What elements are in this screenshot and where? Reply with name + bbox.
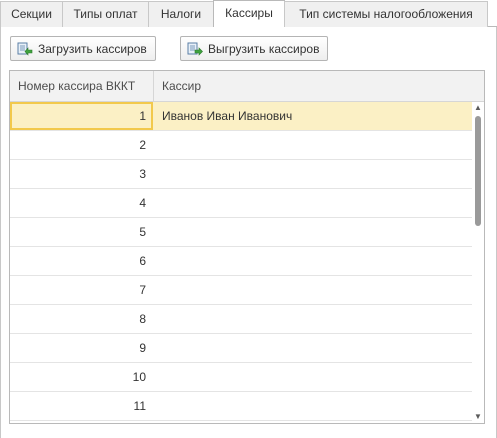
table-row[interactable]: 11 [10, 392, 472, 421]
tab-sections[interactable]: Секции [0, 1, 63, 27]
scrollbar-thumb[interactable] [475, 116, 481, 226]
cell-cashier-number[interactable]: 5 [10, 218, 153, 246]
load-cashiers-label: Загрузить кассиров [38, 41, 147, 56]
table-row[interactable]: 5 [10, 218, 472, 247]
cell-cashier-number[interactable]: 3 [10, 160, 153, 188]
tab-payment-types[interactable]: Типы оплат [62, 1, 149, 27]
tab-cashiers[interactable]: Кассиры [213, 0, 285, 27]
vertical-scrollbar[interactable]: ▲ ▼ [472, 102, 484, 423]
table-row[interactable]: 1 Иванов Иван Иванович [10, 102, 472, 131]
scroll-up-icon[interactable]: ▲ [472, 102, 484, 114]
column-divider[interactable] [153, 71, 154, 102]
cell-cashier-number[interactable]: 8 [10, 305, 153, 333]
table-body: 1 Иванов Иван Иванович 2 3 4 5 6 7 8 9 1… [10, 102, 472, 421]
import-icon [17, 41, 33, 57]
table-row[interactable]: 10 [10, 363, 472, 392]
table-row[interactable]: 4 [10, 189, 472, 218]
scroll-down-icon[interactable]: ▼ [472, 411, 484, 423]
cell-cashier-number[interactable]: 9 [10, 334, 153, 362]
cell-cashier-number[interactable]: 7 [10, 276, 153, 304]
column-header-cashier-number[interactable]: Номер кассира ВККТ [18, 71, 135, 102]
table-row[interactable]: 7 [10, 276, 472, 305]
tab-strip: Секции Типы оплат Налоги Кассиры Тип сис… [0, 0, 497, 27]
export-icon [187, 41, 203, 57]
unload-cashiers-label: Выгрузить кассиров [208, 41, 320, 56]
column-header-cashier[interactable]: Кассир [162, 71, 201, 102]
tab-tax-system[interactable]: Тип системы налогообложения [284, 1, 488, 27]
table-row[interactable]: 8 [10, 305, 472, 334]
cell-cashier-number[interactable]: 11 [10, 392, 153, 420]
table-row[interactable]: 2 [10, 131, 472, 160]
cell-cashier-number[interactable]: 10 [10, 363, 153, 391]
cell-cashier-number[interactable]: 1 [10, 102, 153, 130]
table-header: Номер кассира ВККТ Кассир [10, 71, 484, 102]
cashiers-table[interactable]: Номер кассира ВККТ Кассир 1 Иванов Иван … [9, 70, 485, 424]
cell-cashier-name[interactable]: Иванов Иван Иванович [162, 102, 292, 130]
tab-taxes[interactable]: Налоги [148, 1, 214, 27]
table-row[interactable]: 9 [10, 334, 472, 363]
table-row[interactable]: 6 [10, 247, 472, 276]
unload-cashiers-button[interactable]: Выгрузить кассиров [180, 36, 329, 61]
cell-cashier-number[interactable]: 6 [10, 247, 153, 275]
cell-cashier-number[interactable]: 4 [10, 189, 153, 217]
table-row[interactable]: 3 [10, 160, 472, 189]
load-cashiers-button[interactable]: Загрузить кассиров [10, 36, 156, 61]
cell-cashier-number[interactable]: 2 [10, 131, 153, 159]
